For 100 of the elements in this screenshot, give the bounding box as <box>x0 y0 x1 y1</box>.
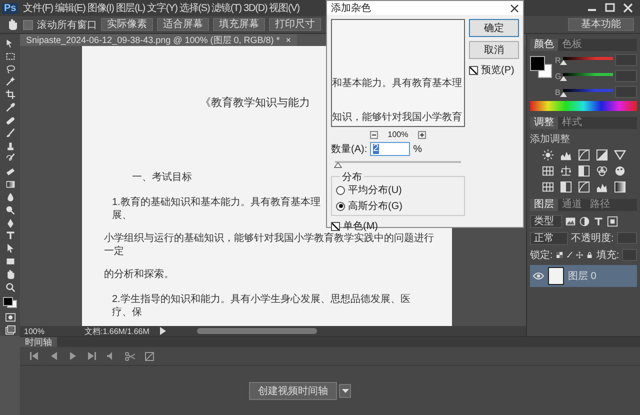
panel-tab[interactable]: 样式 <box>558 117 586 129</box>
gradient-square-icon[interactable] <box>614 181 626 193</box>
zoom-option-button[interactable]: 打印尺寸 <box>269 18 321 31</box>
menu-item[interactable]: 滤镜(T) <box>212 1 242 15</box>
scroll-all-checkbox[interactable] <box>23 20 33 30</box>
screen-mode-icon[interactable] <box>4 325 16 336</box>
grid-icon[interactable] <box>542 165 554 177</box>
preview-text-line: 知识，能够针对我国小学教育 <box>332 110 463 124</box>
noise-preview[interactable]: 和基本能力。具有教育基本理 知识，能够针对我国小学教育 <box>331 19 465 127</box>
horizontal-scrollbar[interactable] <box>197 328 318 334</box>
adjustment-filter-icon[interactable] <box>579 216 590 226</box>
menu-item[interactable]: 文件(F) <box>23 1 54 15</box>
document-text-line: 疗、保 <box>111 306 142 319</box>
scissors-icon[interactable] <box>125 352 135 360</box>
create-video-timeline-button[interactable]: 创建视频时间轴 <box>249 382 337 400</box>
type-filter-icon[interactable] <box>593 216 604 226</box>
menu-item[interactable]: 选择(S) <box>179 1 210 15</box>
menu-item[interactable]: 文字(Y) <box>147 1 178 15</box>
panel-tab[interactable]: 颜色 <box>530 39 558 51</box>
mixer-icon[interactable] <box>596 165 608 177</box>
brush-icon[interactable] <box>566 250 574 260</box>
step-back-icon[interactable] <box>49 352 58 360</box>
eye-icon[interactable] <box>533 272 544 280</box>
eyedropper-icon[interactable] <box>4 102 16 113</box>
workspace-dropdown[interactable]: 基本功能 <box>568 18 634 31</box>
preview-checkbox[interactable]: 预览(P) <box>469 63 519 77</box>
channel-label: G <box>555 72 561 80</box>
exposure-icon[interactable] <box>596 149 608 161</box>
skip-back-icon[interactable] <box>30 352 39 360</box>
checkerboard-icon[interactable] <box>556 250 563 260</box>
channel-value-field[interactable] <box>615 54 637 66</box>
channel-label: B <box>555 88 561 96</box>
dropdown-button[interactable] <box>339 384 351 398</box>
slider-thumb[interactable] <box>560 60 567 64</box>
dialog-button[interactable]: 确定 <box>469 19 519 37</box>
move-arrows-icon[interactable] <box>576 250 584 260</box>
menu-item[interactable]: 视图(V) <box>269 1 300 15</box>
balance-icon[interactable] <box>560 165 572 177</box>
grid-icon[interactable] <box>542 181 554 193</box>
transition-icon[interactable] <box>145 352 154 360</box>
half-square-icon[interactable] <box>578 165 590 177</box>
blend-mode-dropdown[interactable]: 正常 <box>530 232 568 244</box>
timeline-tab[interactable]: 时间轴 <box>20 337 57 347</box>
adjustments-title: 添加调整 <box>530 132 571 146</box>
quick-mask-icon[interactable] <box>4 312 16 324</box>
distribution-radio[interactable]: 平均分布(U) <box>336 183 460 197</box>
half-square-icon[interactable] <box>560 181 572 193</box>
sun-icon[interactable] <box>542 149 554 161</box>
step-forward-icon[interactable] <box>87 352 96 360</box>
crop-tool-icon[interactable] <box>4 89 16 100</box>
gradient-icon[interactable] <box>4 179 16 190</box>
dialog-title: 添加杂色 <box>331 2 371 15</box>
slider-thumb[interactable] <box>560 92 567 96</box>
curve-icon[interactable] <box>578 181 590 193</box>
layer-filter-dropdown[interactable]: 类型 <box>530 214 562 228</box>
preview-zoom-level: 100% <box>388 130 408 139</box>
opacity-field[interactable] <box>616 232 637 244</box>
menu-item[interactable]: 图像(I) <box>87 1 114 15</box>
menu-item[interactable]: 3D(D) <box>244 2 268 14</box>
panel-tab[interactable]: 色板 <box>558 39 586 51</box>
layer-row[interactable]: 图层 0 <box>530 265 637 287</box>
curve-icon[interactable] <box>578 149 590 161</box>
channel-value-field[interactable] <box>615 70 637 82</box>
panel-tab[interactable]: 图层 <box>530 199 558 211</box>
menu-item[interactable]: 编辑(E) <box>55 1 86 15</box>
channel-value-field[interactable] <box>615 86 637 98</box>
shape-filter-icon[interactable] <box>607 216 618 226</box>
zoom-option-button[interactable]: 适合屏幕 <box>157 18 209 31</box>
fill-field[interactable] <box>622 249 637 261</box>
close-icon[interactable] <box>510 4 519 12</box>
panel-tab[interactable]: 通道 <box>558 199 586 211</box>
zoom-out-icon[interactable] <box>370 130 378 138</box>
menu-item[interactable]: 图层(L) <box>116 1 146 15</box>
zoom-icon[interactable] <box>4 282 16 293</box>
panel-tab[interactable]: 路径 <box>586 199 614 211</box>
hand-icon[interactable] <box>6 18 19 31</box>
image-filter-icon[interactable] <box>565 216 576 226</box>
zoom-option-button[interactable]: 填充屏幕 <box>213 18 265 31</box>
document-size: 文档:1.66M/1.66M <box>84 326 150 336</box>
document-tab[interactable]: Snipaste_2024-06-12_09-38-43.png @ 100% (图层 0, RGB/8) * × <box>20 34 298 46</box>
document-text-line: 《教育教学知识与能力 <box>199 96 310 109</box>
dodge-tool-icon[interactable] <box>4 204 16 216</box>
amount-field[interactable]: 2 <box>370 142 410 156</box>
speaker-icon[interactable] <box>106 352 115 360</box>
color-spectrum-bar[interactable] <box>530 101 637 111</box>
color-swatches-icon[interactable] <box>3 296 17 308</box>
color-swatches-icon[interactable] <box>530 56 552 78</box>
panel-tab[interactable]: 调整 <box>530 117 558 129</box>
zoom-option-button[interactable]: 实际像素 <box>101 18 153 31</box>
dialog-button[interactable]: 取消 <box>469 41 519 59</box>
monochrome-checkbox[interactable]: 单色(M) <box>331 219 465 233</box>
slider-thumb[interactable] <box>560 76 567 80</box>
lock-icon[interactable] <box>586 250 594 260</box>
eraser-icon[interactable] <box>4 166 16 178</box>
triangle-icon[interactable] <box>614 149 626 161</box>
play-icon[interactable] <box>68 352 77 360</box>
magic-wand-icon[interactable] <box>4 76 16 88</box>
distribution-radio[interactable]: 高斯分布(G) <box>336 199 460 213</box>
zoom-in-icon[interactable] <box>418 130 426 138</box>
marquee-tool-icon[interactable] <box>4 50 16 62</box>
